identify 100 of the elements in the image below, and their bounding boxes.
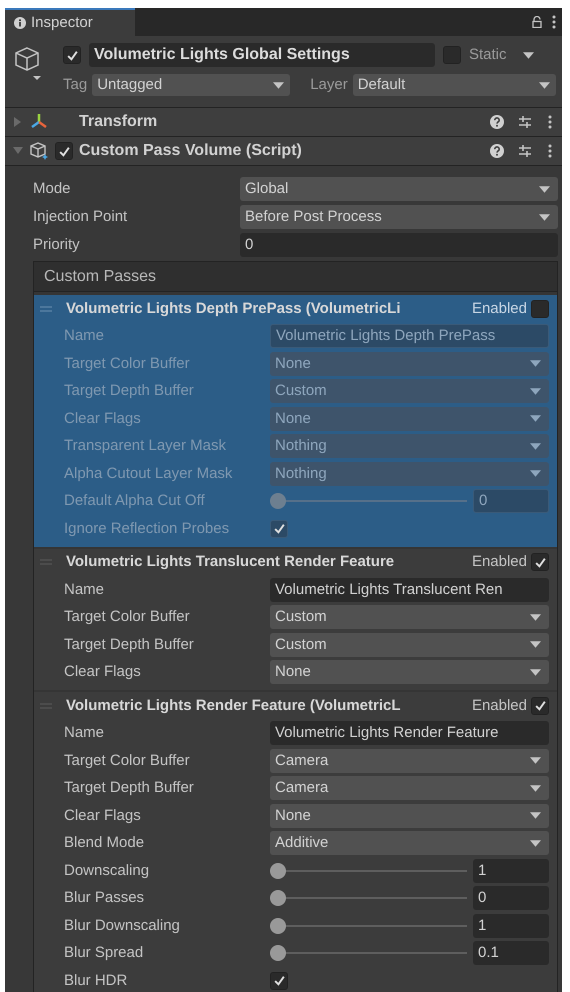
caret-icon [530,360,541,368]
script-cube-icon [29,141,49,161]
number-field[interactable]: 1 [473,914,549,938]
more-icon[interactable] [548,144,552,158]
text-field[interactable]: Volumetric Lights Depth PrePass [270,324,549,348]
tag-dropdown[interactable]: Untagged [92,74,290,96]
field-label: Target Color Buffer [64,354,191,374]
slider-thumb[interactable] [270,862,286,879]
field-label: Target Depth Buffer [64,634,195,654]
checkbox[interactable] [270,972,288,990]
slider-thumb[interactable] [270,493,286,510]
field-label: Name [64,326,106,346]
checkbox[interactable] [63,46,81,64]
number-field[interactable]: 0 [473,886,549,910]
field-label: Transparent Layer Mask [64,436,228,456]
caret-icon [530,812,541,820]
slider-track[interactable] [270,918,467,934]
enabled-label: Enabled [472,552,527,572]
dropdown[interactable]: Nothing [270,434,549,458]
field-label: Target Color Buffer [64,750,191,770]
drag-handle-icon[interactable] [40,559,52,566]
dropdown[interactable]: None [270,352,549,376]
slider-track[interactable] [270,945,467,962]
dropdown[interactable]: Camera [270,748,549,773]
caret-icon [530,840,541,847]
slider-thumb[interactable] [270,945,286,962]
caret-icon [522,52,534,58]
field-label: Blur Downscaling [64,916,181,936]
number-field[interactable]: 0 [473,489,549,514]
dropdown[interactable]: Global [240,177,558,201]
field-label: Blend Mode [64,833,146,853]
pass-item[interactable]: Volumetric Lights Translucent Render Feature Enabled Name Volumetric Lights Translucent Ren Target Color Buffer Custom Target Depth Buffer Custom Clear Flags None [34,548,557,690]
help-icon[interactable] [490,115,504,129]
component-header[interactable]: Transform [5,108,562,137]
caret-icon [530,415,541,422]
inspector-tab[interactable]: Inspector [5,8,135,36]
dropdown[interactable]: Custom [270,605,549,630]
checkmark-icon [272,522,286,536]
field-label: Name [64,723,106,743]
checkbox[interactable] [443,46,461,64]
checkmark-icon [272,974,286,988]
caret-icon [539,214,550,220]
property-label: Priority [33,234,81,255]
number-field[interactable]: 0.1 [473,941,549,966]
text-field[interactable]: 0 [240,233,558,257]
field-label: Ignore Reflection Probes [64,518,230,538]
info-icon [14,17,26,29]
pass-item[interactable] [34,692,557,992]
field-label: Default Alpha Cut Off [64,491,206,511]
checkbox[interactable] [531,300,549,318]
slider-track[interactable] [270,862,467,879]
checkbox[interactable] [55,142,73,160]
field-label: Target Depth Buffer [64,381,195,401]
more-icon[interactable] [552,15,556,29]
field-label: Blur Spread [64,943,144,963]
field-label: Target Depth Buffer [64,778,195,798]
foldout-icon[interactable] [13,117,23,127]
more-icon[interactable] [548,115,552,129]
name-field[interactable]: Volumetric Lights Global Settings [89,43,435,67]
dropdown[interactable]: Camera [270,776,549,800]
field-label: Clear Flags [64,806,142,826]
dropdown[interactable]: Custom [270,379,549,404]
slider-track[interactable] [270,890,467,906]
dropdown[interactable]: None [270,660,549,684]
field-label: Name [64,580,106,600]
caret-icon [273,82,284,88]
component-header[interactable]: Custom Pass Volume (Script) [5,137,562,166]
dropdown[interactable]: None [270,804,549,828]
checkmark-icon [534,699,546,712]
pass-title: Volumetric Lights Depth PrePass (VolumetricLi [66,298,401,318]
checkbox[interactable] [270,520,288,538]
foldout-icon[interactable] [13,146,23,156]
caret-icon [539,186,550,192]
dropdown[interactable]: Before Post Process [240,205,558,229]
dropdown[interactable]: Custom [270,632,549,657]
pass-item[interactable] [34,295,557,546]
help-icon[interactable] [490,144,504,158]
drag-handle-icon[interactable] [40,306,52,312]
text-field[interactable]: Volumetric Lights Render Feature [270,721,549,746]
slider-thumb[interactable] [270,890,286,906]
checkbox[interactable] [531,553,549,572]
text-field[interactable]: Volumetric Lights Translucent Ren [270,578,549,602]
dropdown[interactable]: Additive [270,831,549,856]
lock-icon[interactable] [532,16,542,28]
settings-sliders-icon[interactable] [518,115,532,129]
caret-icon [530,470,541,478]
drag-handle-icon[interactable] [40,702,52,709]
checkbox[interactable] [531,696,549,715]
settings-sliders-icon[interactable] [518,144,532,158]
caret-icon [530,641,541,648]
tag-label: Tag [63,74,88,95]
caret-icon [539,82,550,88]
field-label: Blur HDR [64,970,128,990]
dropdown[interactable]: Nothing [270,462,549,486]
dropdown[interactable]: None [270,406,549,431]
slider-track[interactable] [270,493,467,510]
static-label: Static [469,44,507,65]
number-field[interactable]: 1 [473,858,549,883]
slider-thumb[interactable] [270,918,286,934]
layer-dropdown[interactable]: Default [352,74,556,96]
